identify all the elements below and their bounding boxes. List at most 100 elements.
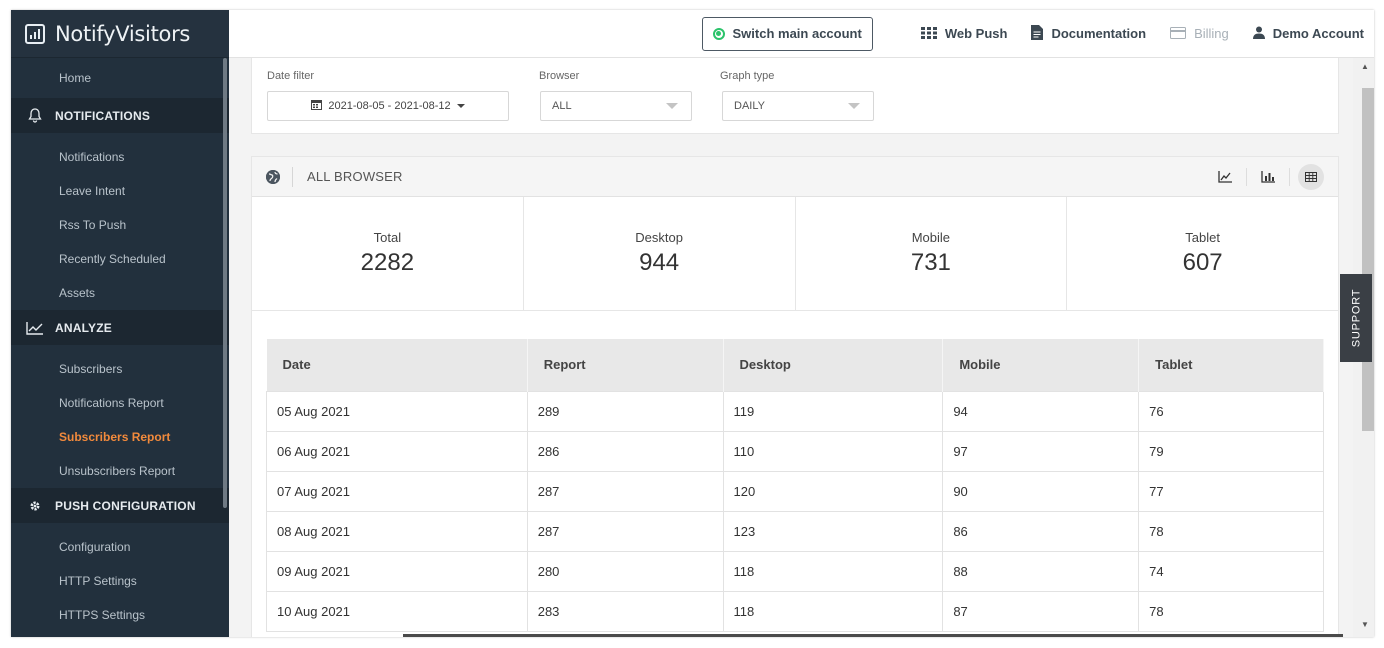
column-header[interactable]: Report bbox=[527, 339, 724, 391]
sidebar-item-recently-scheduled[interactable]: Recently Scheduled bbox=[11, 242, 229, 276]
divider bbox=[1289, 167, 1290, 186]
brand[interactable]: NotifyVisitors bbox=[11, 10, 229, 58]
date-range-picker[interactable]: 2021-08-05 - 2021-08-12 bbox=[267, 91, 509, 121]
link-label: Demo Account bbox=[1272, 26, 1364, 41]
stat-value: 2282 bbox=[360, 249, 415, 276]
sidebar-section-label: PUSH CONFIGURATION bbox=[55, 498, 196, 513]
graph-type-select[interactable]: DAILY bbox=[722, 91, 874, 121]
table-row: 09 Aug 2021 280 118 88 74 bbox=[266, 550, 1324, 592]
sidebar-item-http-settings[interactable]: HTTP Settings bbox=[11, 564, 229, 598]
table-cell: 287 bbox=[526, 510, 724, 552]
report-panel: ALL BROWSER Total 2282 Desktop 944 Mobil… bbox=[251, 156, 1339, 637]
sidebar-item-notifications[interactable]: Notifications bbox=[11, 140, 229, 174]
sidebar-item-subscribers-report[interactable]: Subscribers Report bbox=[11, 420, 229, 454]
support-label: SUPPORT bbox=[1350, 288, 1363, 348]
sidebar-item-label: Configuration bbox=[59, 540, 131, 554]
report-title: ALL BROWSER bbox=[307, 169, 403, 184]
sidebar-section-push-configuration[interactable]: PUSH CONFIGURATION bbox=[11, 488, 229, 523]
table-cell: 94 bbox=[942, 390, 1140, 432]
table-view-button[interactable] bbox=[1298, 163, 1324, 190]
link-label: Billing bbox=[1194, 26, 1229, 41]
table-row: 06 Aug 2021 286 110 97 79 bbox=[266, 430, 1324, 472]
sidebar-item-label: Subscribers Report bbox=[59, 430, 171, 444]
sidebar-item-assets[interactable]: Assets bbox=[11, 276, 229, 310]
sidebar-item-label: HTTPS Settings bbox=[59, 608, 146, 622]
page-scrollbar-thumb[interactable] bbox=[1362, 88, 1374, 431]
scroll-down-icon[interactable]: ▼ bbox=[1361, 620, 1369, 629]
sidebar-item-configuration[interactable]: Configuration bbox=[11, 530, 229, 564]
sidebar-item-unsubscribers-report[interactable]: Unsubscribers Report bbox=[11, 454, 229, 488]
sidebar-section-notifications[interactable]: NOTIFICATIONS bbox=[11, 98, 229, 133]
table-row: 05 Aug 2021 289 119 94 76 bbox=[266, 390, 1324, 432]
sidebar-scrollbar[interactable] bbox=[223, 58, 227, 508]
sidebar-item-label: Rss To Push bbox=[59, 218, 127, 232]
sidebar: NotifyVisitors Home NOTIFICATIONS Notifi… bbox=[11, 10, 229, 637]
report-header: ALL BROWSER bbox=[252, 157, 1338, 197]
sidebar-item-label: HTTP Settings bbox=[59, 574, 137, 588]
browser-value: ALL bbox=[552, 100, 572, 112]
column-header[interactable]: Desktop bbox=[723, 339, 944, 391]
table-cell: 05 Aug 2021 bbox=[266, 390, 528, 432]
switch-account-button[interactable]: Switch main account bbox=[701, 16, 873, 51]
sidebar-item-label: Subscribers bbox=[59, 362, 123, 376]
table-cell: 283 bbox=[526, 590, 724, 632]
bar-chart-view-button[interactable] bbox=[1255, 164, 1281, 190]
gear-icon bbox=[25, 497, 45, 515]
support-tab[interactable]: SUPPORT bbox=[1340, 274, 1372, 362]
table-row: 10 Aug 2021 283 118 87 78 bbox=[266, 590, 1324, 632]
web-push-link[interactable]: Web Push bbox=[920, 26, 1008, 42]
bell-icon bbox=[25, 107, 45, 125]
account-menu[interactable]: Demo Account bbox=[1252, 26, 1364, 42]
column-header[interactable]: Mobile bbox=[942, 339, 1140, 391]
sidebar-item-rss-to-push[interactable]: Rss To Push bbox=[11, 208, 229, 242]
stat-desktop: Desktop 944 bbox=[524, 197, 796, 310]
sidebar-item-notifications-report[interactable]: Notifications Report bbox=[11, 386, 229, 420]
graph-type-label: Graph type bbox=[720, 70, 775, 82]
brand-name: NotifyVisitors bbox=[55, 21, 191, 46]
horizontal-scrollbar[interactable] bbox=[403, 634, 1343, 637]
table-cell: 09 Aug 2021 bbox=[266, 550, 528, 592]
table-cell: 06 Aug 2021 bbox=[266, 430, 528, 472]
sidebar-section-label: ANALYZE bbox=[55, 320, 112, 335]
browser-select[interactable]: ALL bbox=[540, 91, 692, 121]
table-cell: 88 bbox=[942, 550, 1140, 592]
sidebar-item-label: Notifications Report bbox=[59, 396, 164, 410]
line-chart-view-button[interactable] bbox=[1212, 164, 1238, 190]
date-filter-label: Date filter bbox=[267, 70, 315, 82]
sidebar-section-label: NOTIFICATIONS bbox=[55, 108, 151, 123]
sidebar-item-https-settings[interactable]: HTTPS Settings bbox=[11, 598, 229, 632]
top-bar: Switch main account Web Push Documentati… bbox=[229, 10, 1374, 58]
stat-label: Total bbox=[373, 230, 402, 245]
documentation-link[interactable]: Documentation bbox=[1031, 24, 1146, 43]
table-cell: 289 bbox=[526, 390, 724, 432]
table-cell: 74 bbox=[1138, 550, 1324, 592]
table-cell: 10 Aug 2021 bbox=[266, 590, 528, 632]
report-table: Date Report Desktop Mobile Tablet 05 Aug… bbox=[266, 339, 1324, 632]
stat-total: Total 2282 bbox=[252, 197, 524, 310]
sidebar-item-subscribers[interactable]: Subscribers bbox=[11, 352, 229, 386]
main-content: Date filter 2021-08-05 - 2021-08-12 Brow… bbox=[229, 58, 1341, 637]
link-label: Web Push bbox=[944, 26, 1008, 41]
column-header[interactable]: Date bbox=[266, 339, 528, 391]
stat-label: Tablet bbox=[1185, 230, 1220, 245]
graph-type-value: DAILY bbox=[734, 100, 765, 112]
document-icon bbox=[1031, 24, 1044, 43]
scroll-up-icon[interactable]: ▲ bbox=[1361, 62, 1369, 71]
radio-icon bbox=[712, 27, 725, 40]
line-chart-icon bbox=[25, 319, 45, 337]
caret-down-icon bbox=[456, 104, 465, 108]
date-range-value: 2021-08-05 - 2021-08-12 bbox=[328, 100, 451, 112]
table-cell: 280 bbox=[526, 550, 724, 592]
column-header[interactable]: Tablet bbox=[1138, 339, 1324, 391]
table-cell: 08 Aug 2021 bbox=[266, 510, 528, 552]
grid-icon bbox=[920, 26, 937, 42]
chevron-down-icon bbox=[848, 103, 860, 109]
table-cell: 79 bbox=[1138, 430, 1324, 472]
sidebar-item-leave-intent[interactable]: Leave Intent bbox=[11, 174, 229, 208]
table-cell: 287 bbox=[526, 470, 724, 512]
sidebar-item-home[interactable]: Home bbox=[11, 58, 229, 98]
billing-link[interactable]: Billing bbox=[1170, 26, 1229, 42]
table-row: 07 Aug 2021 287 120 90 77 bbox=[266, 470, 1324, 512]
sidebar-section-analyze[interactable]: ANALYZE bbox=[11, 310, 229, 345]
sidebar-item-label: Notifications bbox=[59, 150, 125, 164]
